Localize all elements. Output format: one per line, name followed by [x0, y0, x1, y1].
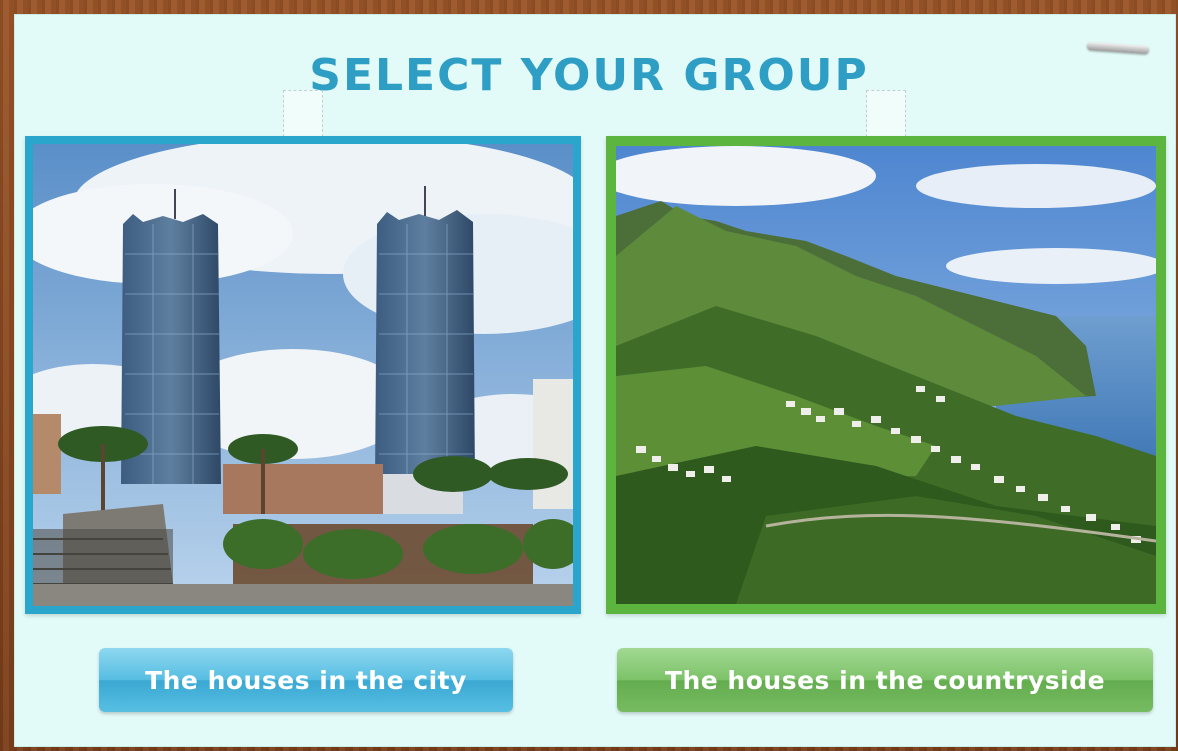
city-image-card[interactable] — [25, 136, 581, 614]
countryside-group-button[interactable]: The houses in the countryside — [617, 648, 1153, 712]
city-group-button-label: The houses in the city — [145, 665, 467, 695]
page-title: SELECT YOUR GROUP — [309, 50, 869, 101]
city-group-button[interactable]: The houses in the city — [99, 648, 513, 712]
countryside-image-card[interactable] — [606, 136, 1166, 614]
mountain-village-photo — [616, 146, 1156, 604]
countryside-group-button-label: The houses in the countryside — [664, 665, 1106, 695]
city-towers-photo — [33, 144, 573, 606]
